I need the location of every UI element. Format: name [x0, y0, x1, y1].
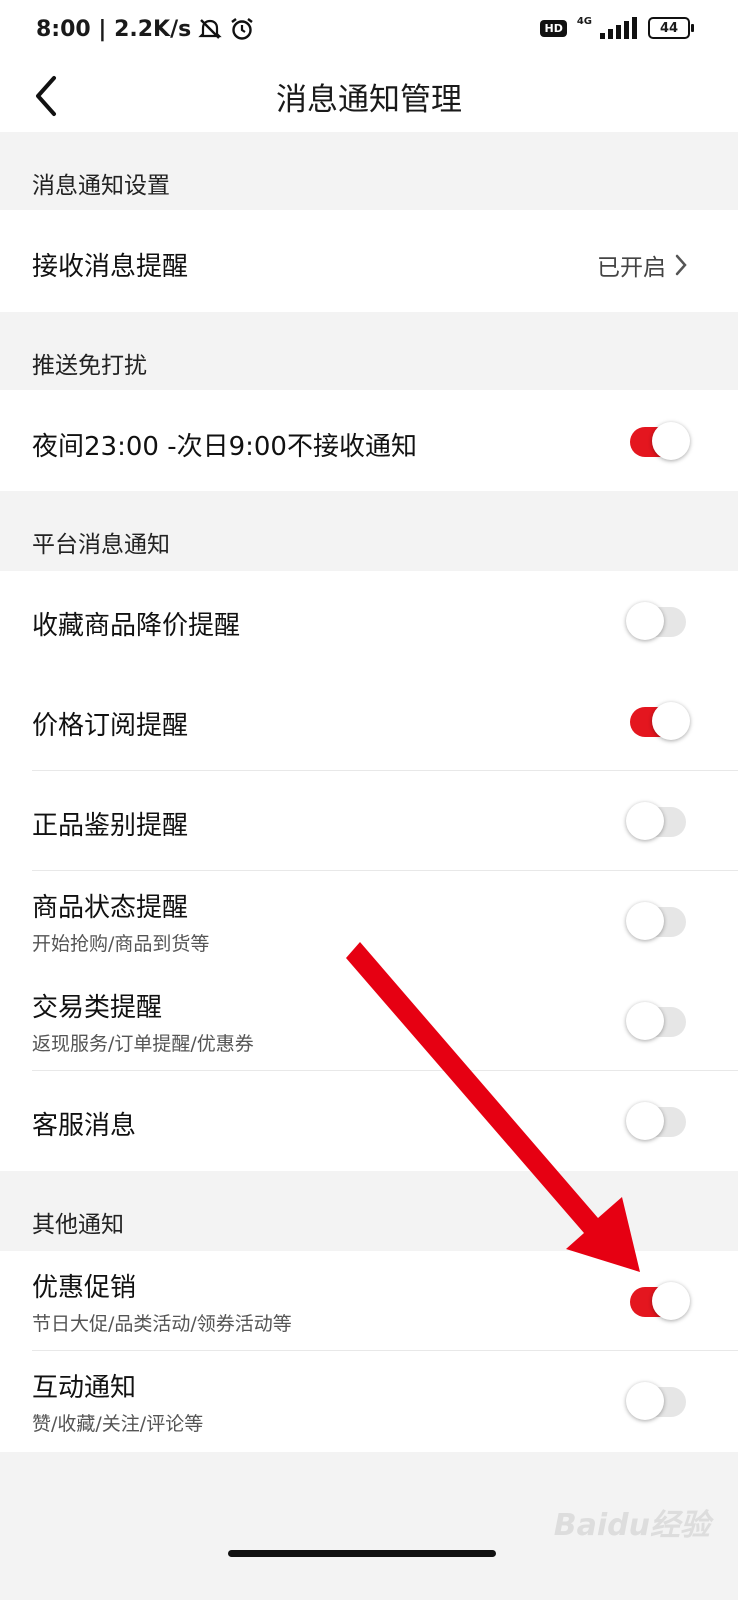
list-item: 优惠促销 节日大促/品类活动/领券活动等: [0, 1251, 738, 1351]
section-header-message-settings: 消息通知设置: [0, 132, 738, 210]
section-title: 平台消息通知: [32, 532, 170, 558]
receive-status: 已开启: [597, 248, 688, 282]
row-label: 收藏商品降价提醒: [32, 611, 241, 641]
signal-icon: [600, 17, 637, 39]
promotion-toggle[interactable]: [630, 1282, 690, 1320]
row-label: 夜间23:00 -次日9:00不接收通知: [32, 432, 417, 462]
section-header-platform: 平台消息通知: [0, 491, 738, 571]
network-label: 4G: [576, 15, 592, 27]
interaction-toggle[interactable]: [626, 1382, 686, 1420]
row-sublabel: 开始抢购/商品到货等: [32, 933, 210, 955]
row-sublabel: 赞/收藏/关注/评论等: [32, 1413, 204, 1435]
favorite-price-drop-toggle[interactable]: [626, 602, 686, 640]
receive-message-row[interactable]: 接收消息提醒 已开启: [0, 210, 738, 312]
watermark-logo: Baidu经验: [553, 1508, 710, 1543]
receive-status-value: 已开启: [597, 255, 666, 281]
nav-bar: 消息通知管理: [0, 62, 738, 132]
row-label: 互动通知: [32, 1373, 137, 1403]
section-title: 消息通知设置: [32, 173, 170, 199]
status-right: HD 4G 44: [540, 15, 694, 39]
battery-tip: [691, 24, 694, 32]
customer-service-toggle[interactable]: [626, 1102, 686, 1140]
page-title: 消息通知管理: [276, 82, 462, 118]
home-indicator[interactable]: [228, 1550, 496, 1557]
list-item: 收藏商品降价提醒: [0, 571, 738, 671]
product-status-toggle[interactable]: [626, 902, 686, 940]
chevron-right-icon: [675, 254, 687, 276]
status-time-speed: 8:00 | 2.2K/s: [36, 16, 192, 42]
section-header-other: 其他通知: [0, 1171, 738, 1251]
transaction-toggle[interactable]: [626, 1002, 686, 1040]
row-sublabel: 节日大促/品类活动/领券活动等: [32, 1313, 292, 1335]
list-item: 客服消息: [0, 1071, 738, 1171]
row-label: 商品状态提醒: [32, 893, 189, 923]
row-label: 价格订阅提醒: [32, 711, 189, 741]
alarm-icon: [231, 18, 253, 40]
price-subscription-toggle[interactable]: [630, 702, 690, 740]
bell-off-icon: [198, 19, 222, 39]
row-label: 接收消息提醒: [32, 252, 189, 282]
section-title: 推送免打扰: [32, 353, 147, 379]
row-label: 正品鉴别提醒: [32, 811, 189, 841]
night-dnd-toggle[interactable]: [630, 422, 690, 460]
hd-badge: HD: [540, 19, 567, 37]
section-title: 其他通知: [32, 1212, 124, 1238]
section-header-dnd: 推送免打扰: [0, 312, 738, 390]
list-item: 商品状态提醒 开始抢购/商品到货等: [0, 871, 738, 971]
row-sublabel: 返现服务/订单提醒/优惠券: [32, 1033, 254, 1055]
row-label: 优惠促销: [32, 1273, 137, 1303]
status-left: 8:00 | 2.2K/s: [36, 16, 255, 42]
row-label: 交易类提醒: [32, 993, 163, 1023]
night-dnd-row: 夜间23:00 -次日9:00不接收通知: [0, 390, 738, 491]
authenticity-toggle[interactable]: [626, 802, 686, 840]
list-item: 互动通知 赞/收藏/关注/评论等: [0, 1351, 738, 1452]
battery-icon: 44: [648, 17, 694, 39]
battery-level: 44: [648, 17, 690, 39]
list-item: 正品鉴别提醒: [0, 771, 738, 871]
list-item: 交易类提醒 返现服务/订单提醒/优惠券: [0, 971, 738, 1071]
status-bar: 8:00 | 2.2K/s HD 4G 44: [0, 0, 738, 62]
list-item: 价格订阅提醒: [0, 671, 738, 771]
row-label: 客服消息: [32, 1111, 137, 1141]
